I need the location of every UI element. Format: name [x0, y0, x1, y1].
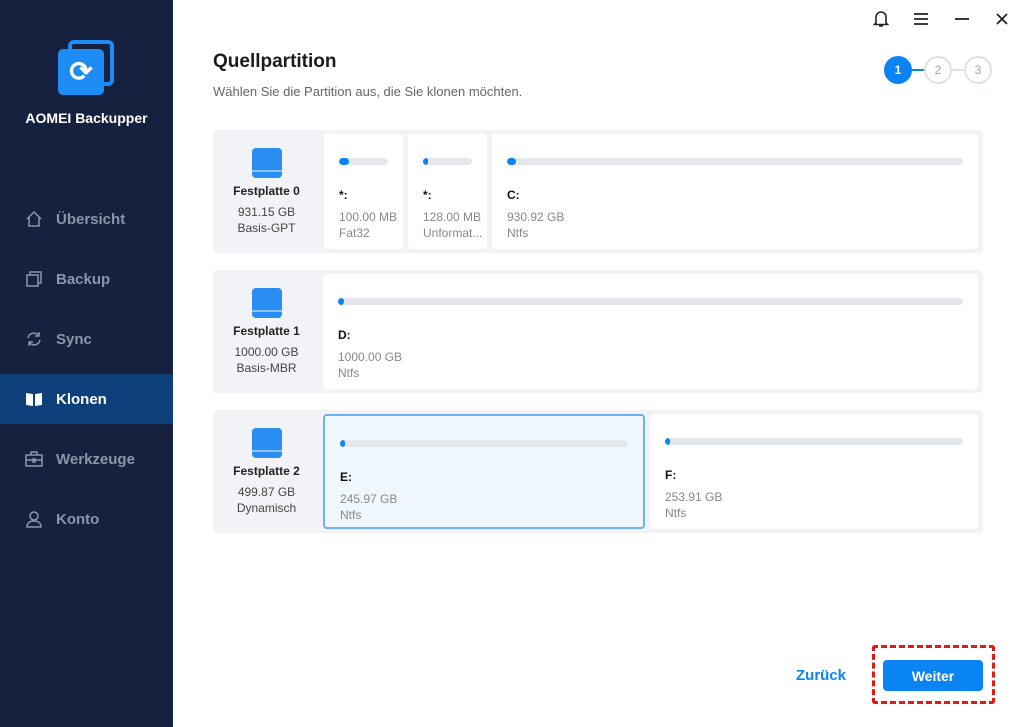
sidebar-item-label: Backup — [56, 270, 111, 288]
partition-label: *: — [423, 188, 432, 202]
disk-size: 1000.00 GB — [234, 345, 299, 359]
step-1: 1 — [884, 56, 912, 84]
disk-info: Festplatte 1 1000.00 GB Basis-MBR — [213, 270, 320, 393]
sidebar-item-konto[interactable]: Konto — [0, 494, 173, 544]
disk-size: 499.87 GB — [237, 485, 296, 499]
partition-size: 1000.00 GB — [338, 350, 403, 364]
partition-label: D: — [338, 328, 351, 342]
partition-label: C: — [507, 188, 520, 202]
clone-icon — [24, 389, 44, 409]
disk-row: Festplatte 1 1000.00 GB Basis-MBR D: 1000… — [213, 270, 983, 393]
sync-icon — [24, 329, 44, 349]
sidebar-item-label: Übersicht — [56, 210, 126, 228]
sidebar: ⟳ AOMEI Backupper Übersicht Backup Sync Klo… — [0, 0, 173, 727]
partition-fs: Ntfs — [340, 508, 362, 522]
disk-row: Festplatte 0 931.15 GB Basis-GPT *: 100.0… — [213, 130, 983, 253]
app-name: AOMEI Backupper — [25, 110, 148, 126]
partition-card[interactable]: *: 128.00 MB Unformat... — [408, 134, 487, 249]
disk-info: Festplatte 2 499.87 GB Dynamisch — [213, 410, 320, 533]
disk-size: 931.15 GB — [237, 205, 296, 219]
toolbox-icon — [24, 449, 44, 469]
partition-fs: Unformat... — [423, 226, 483, 240]
sidebar-item-label: Klonen — [56, 390, 107, 408]
disk-info: Festplatte 0 931.15 GB Basis-GPT — [213, 130, 320, 253]
disk-name: Festplatte 2 — [233, 464, 300, 478]
step-2: 2 — [924, 56, 952, 84]
disk-type: Dynamisch — [236, 501, 297, 515]
partition-label: E: — [340, 470, 352, 484]
partition-fs: Ntfs — [338, 366, 360, 380]
partition-card[interactable]: C: 930.92 GB Ntfs — [492, 134, 978, 249]
back-button[interactable]: Zurück — [796, 667, 846, 684]
disk-icon — [251, 148, 282, 178]
disk-icon — [251, 428, 282, 458]
usage-bar — [340, 440, 628, 447]
partition-fs: Ntfs — [507, 226, 529, 240]
partition-size: 930.92 GB — [507, 210, 565, 224]
sidebar-item-label: Sync — [56, 330, 92, 348]
sidebar-item-sync[interactable]: Sync — [0, 314, 173, 364]
partition-size: 245.97 GB — [340, 492, 398, 506]
partition-label: F: — [665, 468, 677, 482]
partition-size: 100.00 MB — [339, 210, 398, 224]
partition-size: 253.91 GB — [665, 490, 723, 504]
partition-card[interactable]: D: 1000.00 GB Ntfs — [323, 274, 978, 389]
disk-type: Basis-MBR — [236, 361, 297, 375]
usage-bar — [338, 298, 963, 305]
partition-card[interactable]: F: 253.91 GB Ntfs — [650, 414, 978, 529]
step-indicator: 1 2 3 — [884, 56, 992, 84]
disk-row: Festplatte 2 499.87 GB Dynamisch E: 245.9… — [213, 410, 983, 533]
disk-type: Basis-GPT — [237, 221, 296, 235]
usage-bar — [423, 158, 472, 165]
minimize-icon[interactable] — [951, 8, 973, 30]
usage-bar — [665, 438, 963, 445]
app-logo-icon: ⟳ — [58, 38, 116, 96]
next-button[interactable]: Weiter — [883, 660, 983, 691]
partition-label: *: — [339, 188, 348, 202]
partition-fs: Ntfs — [665, 506, 687, 520]
disk-name: Festplatte 0 — [233, 184, 300, 198]
partition-card[interactable]: E: 245.97 GB Ntfs — [323, 414, 645, 529]
step-3: 3 — [964, 56, 992, 84]
menu-icon[interactable] — [910, 8, 932, 30]
sidebar-item-klonen[interactable]: Klonen — [0, 374, 173, 424]
page-subtitle: Wählen Sie die Partition aus, die Sie kl… — [213, 84, 523, 99]
usage-bar — [339, 158, 388, 165]
sidebar-item-werkzeuge[interactable]: Werkzeuge — [0, 434, 173, 484]
sidebar-item-übersicht[interactable]: Übersicht — [0, 194, 173, 244]
user-icon — [24, 509, 44, 529]
backup-icon — [24, 269, 44, 289]
sidebar-item-backup[interactable]: Backup — [0, 254, 173, 304]
partition-size: 128.00 MB — [423, 210, 482, 224]
sidebar-item-label: Werkzeuge — [56, 450, 135, 468]
disk-icon — [251, 288, 282, 318]
page-title: Quellpartition — [213, 51, 337, 72]
partition-fs: Fat32 — [339, 226, 370, 240]
home-icon — [24, 209, 44, 229]
bell-icon[interactable] — [870, 8, 892, 30]
close-icon[interactable] — [991, 8, 1013, 30]
usage-bar — [507, 158, 963, 165]
partition-card[interactable]: *: 100.00 MB Fat32 — [324, 134, 403, 249]
sidebar-item-label: Konto — [56, 510, 100, 528]
disk-name: Festplatte 1 — [233, 324, 300, 338]
